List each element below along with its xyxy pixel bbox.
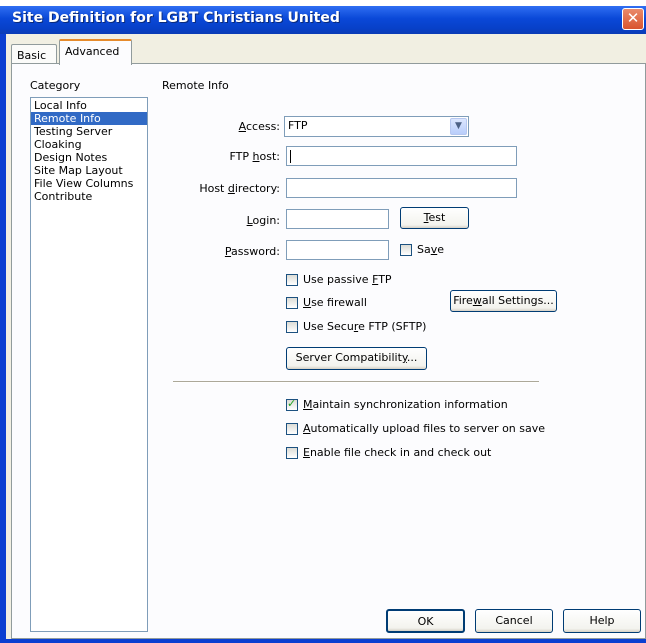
- passive-ftp-checkbox[interactable]: [286, 274, 298, 286]
- save-checkbox[interactable]: [400, 244, 412, 256]
- password-label: Password:: [224, 245, 280, 258]
- cancel-button[interactable]: Cancel: [475, 609, 553, 633]
- host-directory-label: Host directory:: [199, 182, 280, 195]
- maintain-sync-label: Maintain synchronization information: [303, 398, 508, 411]
- test-button[interactable]: Test: [400, 207, 469, 229]
- window-title: Site Definition for LGBT Christians Unit…: [12, 10, 340, 26]
- maintain-sync-checkbox[interactable]: [286, 397, 298, 411]
- check-in-out-label: Enable file check in and check out: [303, 446, 492, 459]
- ftp-host-label: FTP host:: [229, 150, 280, 163]
- category-list[interactable]: Local Info Remote Info Testing Server Cl…: [30, 97, 148, 632]
- access-label: Access:: [238, 120, 280, 133]
- ok-button[interactable]: OK: [386, 609, 465, 633]
- category-item-testing-server[interactable]: Testing Server: [31, 125, 147, 138]
- passive-ftp-label: Use passive FTP: [303, 273, 392, 286]
- category-item-file-view-columns[interactable]: File View Columns: [31, 177, 147, 190]
- text-cursor: [290, 149, 291, 163]
- access-select[interactable]: FTP ▼: [284, 116, 469, 137]
- tab-advanced[interactable]: Advanced: [59, 39, 132, 65]
- login-input[interactable]: [286, 209, 389, 229]
- divider: [173, 381, 539, 383]
- category-item-design-notes[interactable]: Design Notes: [31, 151, 147, 164]
- section-title: Remote Info: [162, 79, 229, 92]
- server-compatibility-button[interactable]: Server Compatibility...: [286, 347, 427, 370]
- use-firewall-label: Use firewall: [303, 296, 367, 309]
- category-label: Category: [30, 79, 81, 92]
- password-input[interactable]: [286, 240, 389, 260]
- secure-ftp-checkbox[interactable]: [286, 321, 298, 333]
- category-item-contribute[interactable]: Contribute: [31, 190, 147, 203]
- ftp-host-input[interactable]: [286, 146, 517, 166]
- close-icon[interactable]: ✕: [622, 8, 644, 30]
- use-firewall-checkbox[interactable]: [286, 297, 298, 309]
- host-directory-input[interactable]: [286, 178, 517, 198]
- tab-basic[interactable]: Basic: [11, 44, 57, 64]
- category-item-site-map-layout[interactable]: Site Map Layout: [31, 164, 147, 177]
- help-button[interactable]: Help: [563, 609, 641, 633]
- category-item-local-info[interactable]: Local Info: [31, 99, 147, 112]
- auto-upload-label: Automatically upload files to server on …: [303, 422, 546, 435]
- access-value: FTP: [288, 119, 308, 132]
- auto-upload-checkbox[interactable]: [286, 423, 298, 435]
- category-item-cloaking[interactable]: Cloaking: [31, 138, 147, 151]
- check-in-out-checkbox[interactable]: [286, 447, 298, 459]
- login-label: Login:: [246, 214, 280, 227]
- category-item-remote-info[interactable]: Remote Info: [31, 112, 147, 125]
- firewall-settings-button[interactable]: Firewall Settings...: [450, 290, 557, 312]
- save-label: Save: [417, 243, 445, 256]
- secure-ftp-label: Use Secure FTP (SFTP): [303, 320, 427, 333]
- chevron-down-icon[interactable]: ▼: [450, 118, 467, 135]
